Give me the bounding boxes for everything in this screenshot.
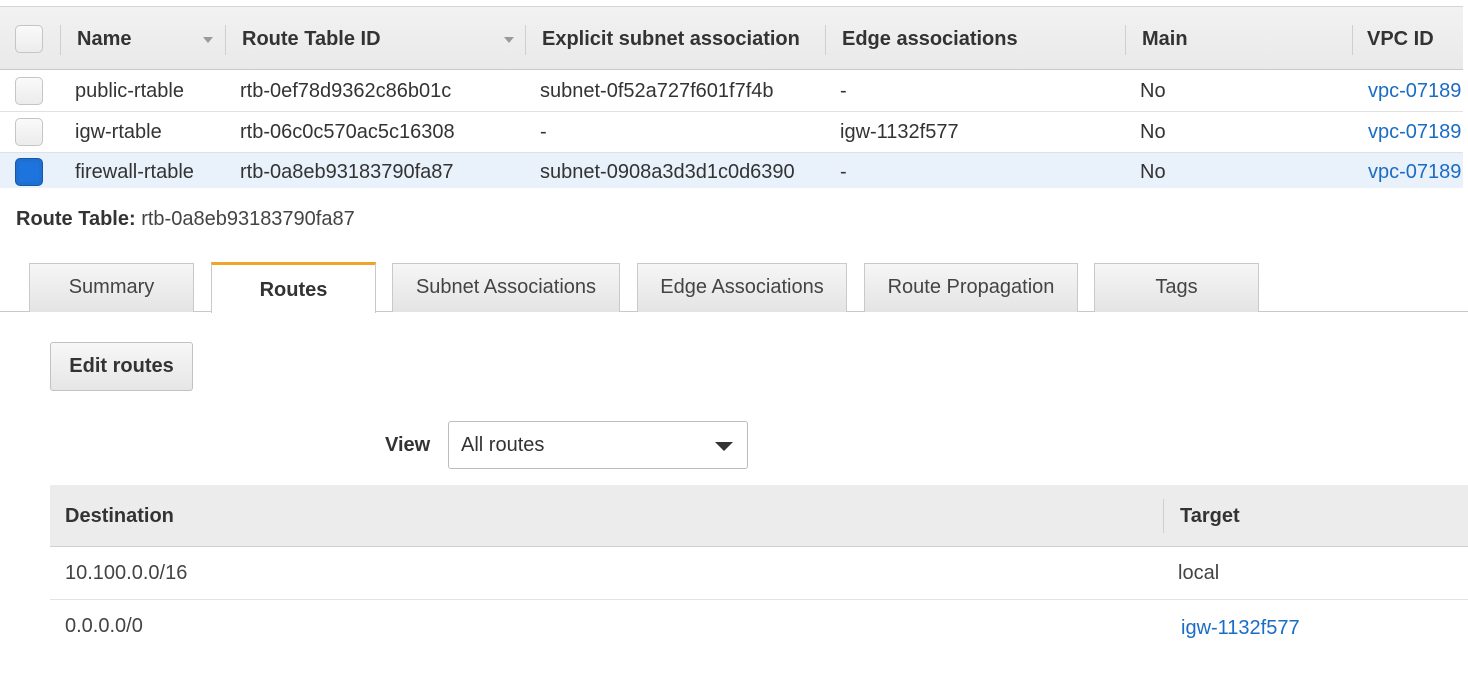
tab-edge-associations[interactable]: Edge Associations — [637, 263, 847, 312]
table-row-selected[interactable]: firewall-rtable rtb-0a8eb93183790fa87 su… — [0, 153, 1463, 188]
cell-main: No — [1140, 121, 1166, 143]
tab-routes[interactable]: Routes — [211, 262, 376, 313]
cell-vpc-id-link[interactable]: vpc-07189 — [1368, 71, 1461, 112]
cell-target-link[interactable]: igw-1132f577 — [1181, 602, 1300, 655]
column-header-destination[interactable]: Destination — [65, 485, 174, 547]
sort-route-table-id-icon[interactable] — [504, 37, 514, 43]
view-select-value: All routes — [461, 434, 545, 456]
edit-routes-button[interactable]: Edit routes — [50, 342, 193, 391]
cell-route-table-id: rtb-0ef78d9362c86b01c — [240, 80, 452, 102]
route-table-id-value: rtb-0a8eb93183790fa87 — [141, 208, 355, 230]
cell-route-table-id: rtb-0a8eb93183790fa87 — [240, 161, 454, 183]
table-row: 0.0.0.0/0 igw-1132f577 — [50, 600, 1468, 653]
cell-route-table-id: rtb-06c0c570ac5c16308 — [240, 121, 455, 143]
routes-table-header: Destination Target — [50, 485, 1468, 547]
cell-subnet-association: - — [540, 121, 547, 143]
column-header-route-table-id[interactable]: Route Table ID — [242, 7, 381, 71]
cell-name: firewall-rtable — [75, 161, 194, 183]
table-row[interactable]: igw-rtable rtb-06c0c570ac5c16308 - igw-1… — [0, 112, 1463, 153]
cell-edge-associations: igw-1132f577 — [840, 121, 959, 143]
cell-target: local — [1178, 562, 1220, 584]
tab-tags[interactable]: Tags — [1094, 263, 1259, 312]
sort-name-icon[interactable] — [203, 37, 213, 43]
column-header-target[interactable]: Target — [1180, 485, 1240, 547]
cell-edge-associations: - — [840, 161, 847, 183]
tab-route-propagation[interactable]: Route Propagation — [864, 263, 1078, 312]
cell-edge-associations: - — [840, 80, 847, 102]
column-header-vpc-id[interactable]: VPC ID — [1367, 7, 1434, 71]
row-checkbox[interactable] — [15, 77, 43, 105]
route-table-detail-label: Route Table: rtb-0a8eb93183790fa87 — [16, 206, 355, 232]
tab-summary[interactable]: Summary — [29, 263, 194, 312]
route-table-label: Route Table: — [16, 208, 136, 230]
cell-vpc-id-link[interactable]: vpc-07189 — [1368, 112, 1461, 153]
cell-main: No — [1140, 80, 1166, 102]
cell-name: igw-rtable — [75, 121, 162, 143]
select-all-checkbox[interactable] — [15, 25, 43, 53]
route-tables-table: Name Route Table ID Explicit subnet asso… — [0, 0, 1463, 188]
table-row[interactable]: public-rtable rtb-0ef78d9362c86b01c subn… — [0, 71, 1463, 112]
row-checkbox[interactable] — [15, 118, 43, 146]
cell-destination: 0.0.0.0/0 — [65, 615, 143, 637]
cell-main: No — [1140, 161, 1166, 183]
cell-subnet-association: subnet-0908a3d3d1c0d6390 — [540, 161, 795, 183]
column-header-explicit-subnet-association[interactable]: Explicit subnet association — [542, 7, 810, 71]
cell-vpc-id-link[interactable]: vpc-07189 — [1368, 153, 1461, 188]
view-select[interactable]: All routes — [448, 421, 748, 469]
chevron-down-icon — [715, 442, 733, 451]
column-header-name[interactable]: Name — [77, 7, 131, 71]
column-header-edge-associations[interactable]: Edge associations — [842, 7, 1018, 71]
route-tables-header: Name Route Table ID Explicit subnet asso… — [0, 6, 1463, 70]
tab-subnet-associations[interactable]: Subnet Associations — [392, 263, 620, 312]
row-checkbox-checked[interactable] — [15, 158, 43, 186]
cell-name: public-rtable — [75, 80, 184, 102]
view-label: View — [385, 434, 431, 456]
cell-subnet-association: subnet-0f52a727f601f7f4b — [540, 80, 774, 102]
table-row: 10.100.0.0/16 local — [50, 547, 1468, 600]
cell-destination: 10.100.0.0/16 — [65, 562, 188, 584]
column-header-main[interactable]: Main — [1142, 7, 1188, 71]
detail-tabs: Summary Routes Subnet Associations Edge … — [0, 262, 1468, 313]
